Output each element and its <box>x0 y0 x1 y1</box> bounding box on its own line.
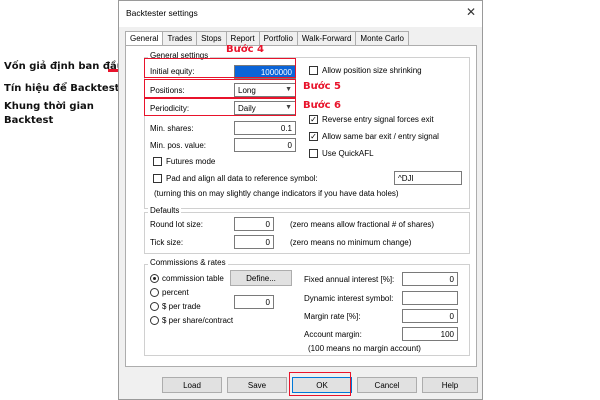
round-lot-label: Round lot size: <box>150 220 203 229</box>
highlight-periodicity <box>144 98 296 116</box>
percent-label: percent <box>162 288 189 297</box>
define-button[interactable]: Define... <box>230 270 292 286</box>
futures-mode-checkbox[interactable] <box>153 157 162 166</box>
round-lot-input[interactable]: 0 <box>234 217 274 231</box>
same-bar-label: Allow same bar exit / entry signal <box>322 132 439 141</box>
tab-stops[interactable]: Stops <box>196 31 227 45</box>
per-share-label: $ per share/contract <box>162 316 234 325</box>
pad-align-note: (turning this on may slightly change ind… <box>154 189 399 198</box>
reference-symbol-input[interactable]: ^DJI <box>394 171 462 185</box>
reverse-entry-label: Reverse entry signal forces exit <box>322 115 434 124</box>
reverse-entry-checkbox[interactable]: ✓ <box>309 115 318 124</box>
min-shares-input[interactable]: 0.1 <box>234 121 296 135</box>
tick-size-input[interactable]: 0 <box>234 235 274 249</box>
cancel-button[interactable]: Cancel <box>357 377 417 393</box>
tab-monte-carlo[interactable]: Monte Carlo <box>355 31 409 45</box>
save-button[interactable]: Save <box>227 377 287 393</box>
min-shares-label: Min. shares: <box>150 124 194 133</box>
dynamic-interest-input[interactable] <box>402 291 458 305</box>
per-trade-label: $ per trade <box>162 302 201 311</box>
defaults-label: Defaults <box>148 206 182 215</box>
futures-mode-label: Futures mode <box>166 157 216 166</box>
annotation-initial-equity: Vốn giả định ban đầu <box>4 61 124 72</box>
allow-shrinking-label: Allow position size shrinking <box>322 66 422 75</box>
tab-walk-forward[interactable]: Walk-Forward <box>296 31 357 45</box>
fixed-interest-label: Fixed annual interest [%]: <box>304 275 395 284</box>
step-6-label: Bước 6 <box>303 100 341 111</box>
use-quickafl-label: Use QuickAFL <box>322 149 374 158</box>
pad-align-label: Pad and align all data to reference symb… <box>166 174 318 183</box>
close-icon[interactable]: ✕ <box>466 5 476 19</box>
account-margin-input[interactable]: 100 <box>402 327 458 341</box>
highlight-initial-equity <box>144 58 296 78</box>
tick-size-label: Tick size: <box>150 238 184 247</box>
tab-portfolio[interactable]: Portfolio <box>258 31 298 45</box>
same-bar-checkbox[interactable]: ✓ <box>309 132 318 141</box>
use-quickafl-checkbox[interactable] <box>309 149 318 158</box>
allow-shrinking-checkbox[interactable] <box>309 66 318 75</box>
per-trade-radio[interactable] <box>150 302 159 311</box>
commission-table-radio[interactable] <box>150 274 159 283</box>
account-margin-label: Account margin: <box>304 330 362 339</box>
help-button[interactable]: Help <box>422 377 478 393</box>
step-4-label: Bước 4 <box>226 44 264 55</box>
dynamic-interest-label: Dynamic interest symbol: <box>304 294 394 303</box>
min-pos-value-input[interactable]: 0 <box>234 138 296 152</box>
defaults-group <box>144 212 470 254</box>
round-lot-note: (zero means allow fractional # of shares… <box>290 220 435 229</box>
margin-rate-input[interactable]: 0 <box>402 309 458 323</box>
per-share-radio[interactable] <box>150 316 159 325</box>
pad-align-checkbox[interactable] <box>153 174 162 183</box>
margin-rate-label: Margin rate [%]: <box>304 312 361 321</box>
tick-size-note: (zero means no minimum change) <box>290 238 412 247</box>
percent-radio[interactable] <box>150 288 159 297</box>
window-title: Backtester settings <box>126 8 198 18</box>
commissions-label: Commissions & rates <box>148 258 228 267</box>
title-bar: Backtester settings ✕ <box>119 1 482 27</box>
highlight-positions <box>144 79 296 98</box>
load-button[interactable]: Load <box>162 377 222 393</box>
account-margin-note: (100 means no margin account) <box>308 344 421 353</box>
tab-general[interactable]: General <box>125 31 164 46</box>
fixed-interest-input[interactable]: 0 <box>402 272 458 286</box>
min-pos-value-label: Min. pos. value: <box>150 141 207 150</box>
step-5-label: Bước 5 <box>303 81 341 92</box>
tab-strip: General Trades Stops Report Portfolio Wa… <box>125 31 409 46</box>
commission-value-input[interactable]: 0 <box>234 295 274 309</box>
highlight-ok-button <box>289 372 351 396</box>
tab-report[interactable]: Report <box>225 31 260 45</box>
annotation-period-line2: Backtest <box>4 115 54 126</box>
annotation-period-line1: Khung thời gian <box>4 101 94 112</box>
annotation-signal: Tín hiệu để Backtest <box>4 83 120 94</box>
tab-trades[interactable]: Trades <box>162 31 198 45</box>
commission-table-label: commission table <box>162 274 224 283</box>
